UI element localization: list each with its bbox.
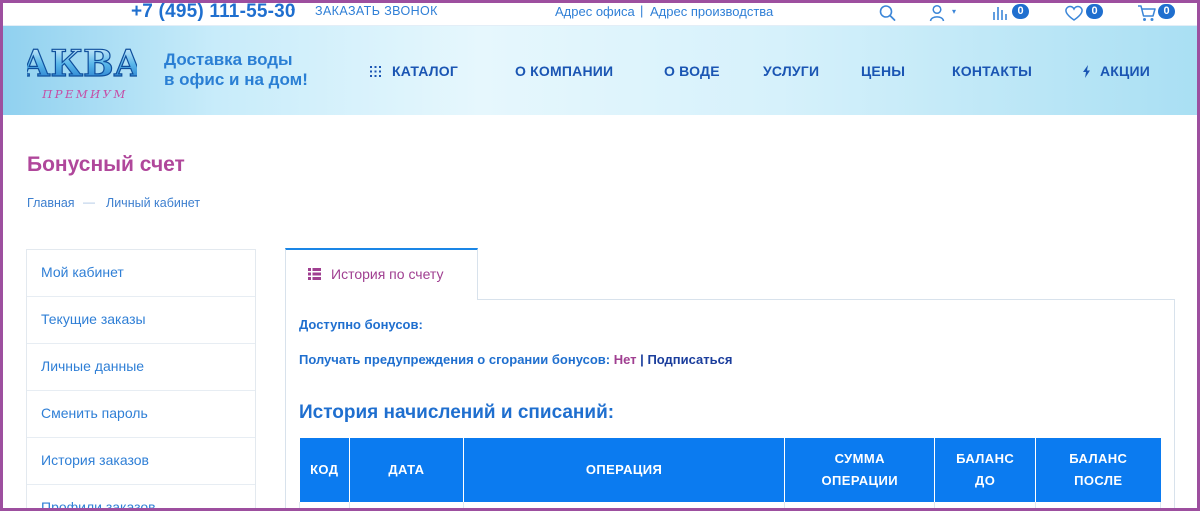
heart-icon[interactable] bbox=[1064, 4, 1084, 22]
bonus-notify-separator: | bbox=[640, 352, 644, 367]
col-balance-before-line-1: БАЛАНС bbox=[956, 451, 1015, 466]
col-balance-after-line-2: ПОСЛЕ bbox=[1074, 473, 1123, 488]
history-table: КОД ДАТА ОПЕРАЦИЯ СУММА ОПЕРАЦИИ БАЛАНС … bbox=[299, 438, 1161, 511]
slogan: Доставка воды в офис и на дом! bbox=[164, 50, 308, 90]
nav-water[interactable]: О ВОДЕ bbox=[664, 63, 720, 79]
slogan-line-2: в офис и на дом! bbox=[164, 70, 308, 89]
callback-link[interactable]: ЗАКАЗАТЬ ЗВОНОК bbox=[315, 4, 438, 18]
page-title: Бонусный счет bbox=[27, 153, 185, 176]
col-sum: СУММА ОПЕРАЦИИ bbox=[784, 438, 936, 502]
breadcrumb-separator: — bbox=[83, 195, 95, 209]
search-icon[interactable] bbox=[878, 4, 898, 22]
history-title: История начислений и списаний: bbox=[299, 402, 615, 423]
col-balance-before: БАЛАНС ДО bbox=[934, 438, 1037, 502]
nav-catalog[interactable]: КАТАЛОГ bbox=[392, 63, 458, 79]
logo-text: АКВА bbox=[27, 43, 137, 85]
phone-number[interactable]: +7 (495) 111-55-30 bbox=[131, 1, 296, 23]
lightning-icon[interactable] bbox=[1082, 65, 1091, 78]
table-cell bbox=[1035, 502, 1161, 511]
nav-promo[interactable]: АКЦИИ bbox=[1100, 63, 1150, 79]
table-cell bbox=[934, 502, 1037, 511]
col-balance-before-line-2: ДО bbox=[975, 473, 996, 488]
table-header-row: КОД ДАТА ОПЕРАЦИЯ СУММА ОПЕРАЦИИ БАЛАНС … bbox=[299, 438, 1161, 502]
sidebar-item-my-cabinet[interactable]: Мой кабинет bbox=[27, 250, 255, 297]
col-code: КОД bbox=[299, 438, 350, 502]
col-operation: ОПЕРАЦИЯ bbox=[463, 438, 786, 502]
nav-about[interactable]: О КОМПАНИИ bbox=[515, 63, 613, 79]
sidebar-item-personal-data[interactable]: Личные данные bbox=[27, 344, 255, 391]
slogan-line-1: Доставка воды bbox=[164, 50, 293, 69]
phone-dropdown-icon[interactable]: ▾ bbox=[291, 6, 295, 15]
address-separator: | bbox=[640, 3, 644, 18]
user-icon[interactable] bbox=[928, 4, 948, 22]
nav-prices[interactable]: ЦЕНЫ bbox=[861, 63, 905, 79]
table-cell bbox=[299, 502, 350, 511]
list-icon bbox=[308, 268, 321, 280]
favorites-count-badge: 0 bbox=[1086, 4, 1103, 19]
breadcrumb-home[interactable]: Главная bbox=[27, 196, 75, 210]
table-row bbox=[299, 502, 1161, 511]
bonus-notify-row: Получать предупреждения о сгорании бонус… bbox=[299, 352, 732, 367]
col-sum-line-1: СУММА bbox=[834, 451, 885, 466]
sidebar-item-order-profiles[interactable]: Профили заказов bbox=[27, 485, 255, 511]
available-bonuses-label: Доступно бонусов: bbox=[299, 317, 423, 332]
top-bar: +7 (495) 111-55-30 ▾ ЗАКАЗАТЬ ЗВОНОК Адр… bbox=[0, 0, 1200, 26]
compare-icon[interactable] bbox=[991, 4, 1011, 22]
production-address-link[interactable]: Адрес производства bbox=[650, 4, 773, 19]
table-cell bbox=[784, 502, 936, 511]
col-date: ДАТА bbox=[349, 438, 464, 502]
breadcrumb-cabinet[interactable]: Личный кабинет bbox=[106, 196, 200, 210]
bonus-notify-value: Нет bbox=[613, 352, 637, 367]
brand-logo[interactable]: АКВА ПРЕМИУМ bbox=[27, 36, 137, 106]
cart-count-badge: 0 bbox=[1158, 4, 1175, 19]
sidebar-item-change-password[interactable]: Сменить пароль bbox=[27, 391, 255, 438]
sidebar-item-order-history[interactable]: История заказов bbox=[27, 438, 255, 485]
sidebar-item-current-orders[interactable]: Текущие заказы bbox=[27, 297, 255, 344]
subscribe-link[interactable]: Подписаться bbox=[647, 352, 732, 367]
bonus-notify-label: Получать предупреждения о сгорании бонус… bbox=[299, 352, 611, 367]
user-dropdown-icon[interactable]: ▾ bbox=[952, 7, 956, 16]
cart-icon[interactable] bbox=[1137, 4, 1157, 22]
table-cell bbox=[462, 502, 786, 511]
office-address-link[interactable]: Адрес офиса bbox=[555, 4, 635, 19]
account-sidebar: Мой кабинет Текущие заказы Личные данные… bbox=[26, 249, 256, 511]
grid-icon[interactable] bbox=[370, 66, 381, 77]
col-balance-after-line-1: БАЛАНС bbox=[1069, 451, 1128, 466]
compare-count-badge: 0 bbox=[1012, 4, 1029, 19]
col-balance-after: БАЛАНС ПОСЛЕ bbox=[1035, 438, 1161, 502]
nav-contacts[interactable]: КОНТАКТЫ bbox=[952, 63, 1032, 79]
site-header: АКВА ПРЕМИУМ Доставка воды в офис и на д… bbox=[0, 26, 1200, 115]
table-cell bbox=[348, 502, 464, 511]
tab-account-history[interactable]: История по счету bbox=[285, 248, 478, 300]
nav-services[interactable]: УСЛУГИ bbox=[763, 63, 819, 79]
tab-label: История по счету bbox=[331, 266, 444, 282]
col-sum-line-2: ОПЕРАЦИИ bbox=[821, 473, 898, 488]
logo-subtext: ПРЕМИУМ bbox=[41, 87, 128, 101]
